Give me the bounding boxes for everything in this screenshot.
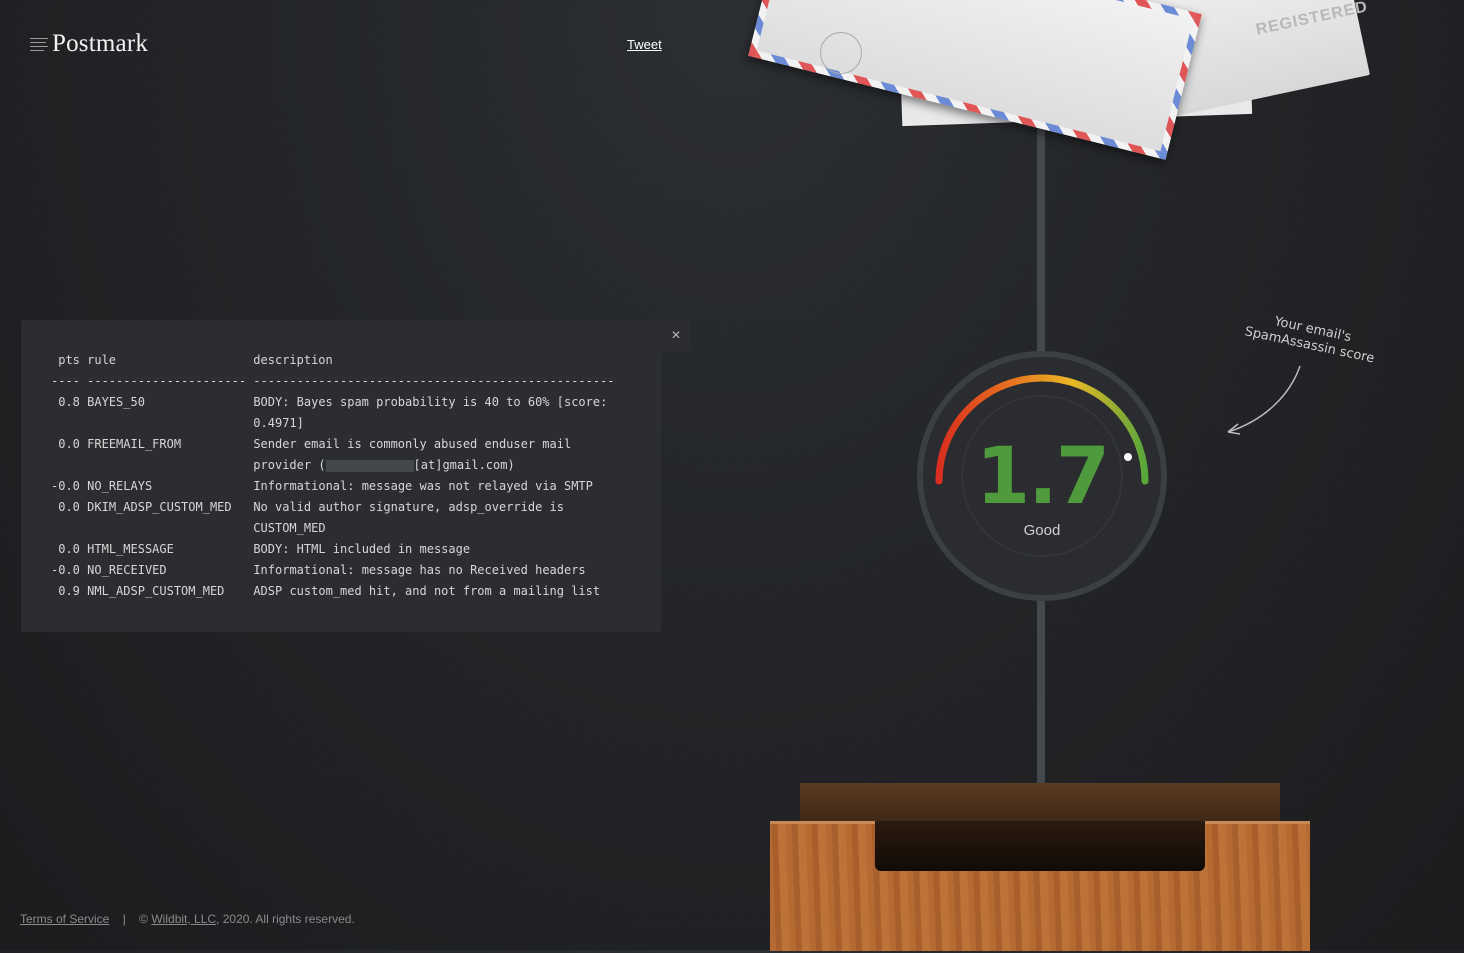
report-row: -0.0 NO_RELAYS Informational: message wa… xyxy=(51,479,593,493)
row-rule: BAYES_50 xyxy=(87,395,145,409)
report-row: 0.9 NML_ADSP_CUSTOM_MED ADSP custom_med … xyxy=(51,584,600,598)
row-pts: 0.8 xyxy=(51,395,80,409)
row-description: BODY: Bayes spam probability is 40 to 60… xyxy=(253,395,608,409)
row-description: Informational: message has no Received h… xyxy=(253,563,586,577)
report-divider: ---- ---------------------- ------------… xyxy=(51,374,615,388)
report-row: 0.8 BAYES_50 BODY: Bayes spam probabilit… xyxy=(51,395,607,430)
airmail-envelope xyxy=(748,0,1202,160)
row-rule: NO_RELAYS xyxy=(87,479,153,493)
row-pts: -0.0 xyxy=(51,563,80,577)
row-description-cont: 0.4971] xyxy=(253,416,304,430)
report-row: 0.0 FREEMAIL_FROM Sender email is common… xyxy=(51,437,571,472)
footer-separator: | xyxy=(122,912,126,926)
postmark-lines-icon xyxy=(30,33,50,55)
row-description: No valid author signature, adsp_override… xyxy=(253,500,564,514)
row-rule: NML_ADSP_CUSTOM_MED xyxy=(87,584,225,598)
row-rule: NO_RECEIVED xyxy=(87,563,167,577)
postmark-stamp-icon xyxy=(820,32,862,74)
report-row: 0.0 DKIM_ADSP_CUSTOM_MED No valid author… xyxy=(51,500,564,535)
row-description: ADSP custom_med hit, and not from a mail… xyxy=(253,584,601,598)
row-pts: 0.0 xyxy=(51,542,80,556)
spam-score-verdict: Good xyxy=(1023,522,1061,539)
tweet-link[interactable]: Tweet xyxy=(627,37,662,52)
report-header: pts rule description xyxy=(51,353,333,367)
row-description-cont: [at]gmail.com) xyxy=(413,458,515,472)
row-rule: HTML_MESSAGE xyxy=(87,542,174,556)
row-description: Sender email is commonly abused enduser … xyxy=(253,437,572,451)
row-description: Informational: message was not relayed v… xyxy=(253,479,593,493)
row-description-cont: CUSTOM_MED xyxy=(253,521,326,535)
row-pts: 0.0 xyxy=(51,500,80,514)
spam-report-panel: pts rule description ---- --------------… xyxy=(21,320,661,632)
hint-arrow-icon xyxy=(1227,365,1301,435)
row-pts: 0.0 xyxy=(51,437,80,451)
terms-of-service-link[interactable]: Terms of Service xyxy=(20,912,109,926)
row-rule: DKIM_ADSP_CUSTOM_MED xyxy=(87,500,232,514)
report-table: pts rule description ---- --------------… xyxy=(51,350,615,602)
row-rule: FREEMAIL_FROM xyxy=(87,437,182,451)
wildbit-link[interactable]: Wildbit, LLC xyxy=(151,912,216,926)
footer: Terms of Service | © Wildbit, LLC, 2020.… xyxy=(20,912,355,926)
row-description-cont: provider ( xyxy=(253,458,326,472)
inbox-tray xyxy=(770,783,1310,953)
logo-text: Postmark xyxy=(52,30,149,57)
close-button[interactable]: × xyxy=(661,320,691,351)
row-description: BODY: HTML included in message xyxy=(253,542,471,556)
row-pts: -0.0 xyxy=(51,479,80,493)
row-pts: 0.9 xyxy=(51,584,80,598)
tray-notch xyxy=(875,821,1205,871)
spam-score-gauge: 1.7 Good xyxy=(917,351,1167,601)
report-row: 0.0 HTML_MESSAGE BODY: HTML included in … xyxy=(51,542,470,556)
copyright-text: , 2020. All rights reserved. xyxy=(216,912,355,926)
spam-score-value: 1.7 xyxy=(975,432,1110,522)
postmark-logo[interactable]: Postmark xyxy=(30,30,148,58)
report-row: -0.0 NO_RECEIVED Informational: message … xyxy=(51,563,586,577)
redacted-email xyxy=(325,459,414,472)
copyright-symbol: © xyxy=(139,912,149,926)
